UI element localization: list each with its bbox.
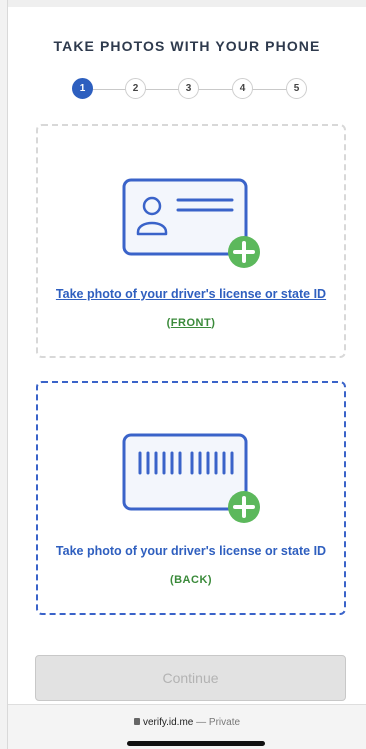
front-side-text: FRONT	[170, 317, 212, 329]
front-photo-link[interactable]: Take photo of your driver's license or s…	[38, 288, 344, 301]
step-5: 5	[286, 78, 307, 99]
add-badge-icon	[228, 236, 260, 268]
back-photo-card[interactable]: Take photo of your driver's license or s…	[36, 381, 346, 615]
browser-address-bar: verify.id.me — Private	[8, 704, 366, 749]
add-badge-icon	[228, 491, 260, 523]
step-3: 3	[178, 78, 199, 99]
step-1: 1	[72, 78, 93, 99]
url-domain: verify.id.me	[142, 717, 194, 728]
continue-button[interactable]: Continue	[35, 655, 346, 701]
page-title: TAKE PHOTOS WITH YOUR PHONE	[53, 38, 321, 54]
url-display[interactable]: verify.id.me — Private	[8, 717, 366, 728]
barcode-card-icon	[122, 433, 260, 523]
step-2: 2	[125, 78, 146, 99]
id-card-icon	[122, 178, 260, 268]
page: TAKE PHOTOS WITH YOUR PHONE 1 2 3 4 5 Ta…	[0, 0, 366, 749]
step-4: 4	[232, 78, 253, 99]
step-progress: 1 2 3 4 5	[72, 78, 308, 100]
top-strip	[8, 0, 366, 7]
back-side-label: (BACK)	[169, 574, 213, 586]
back-photo-link[interactable]: Take photo of your driver's license or s…	[38, 545, 344, 558]
lock-icon	[133, 718, 140, 725]
home-indicator[interactable]	[127, 741, 265, 746]
url-separator: —	[196, 717, 207, 728]
front-photo-card[interactable]: Take photo of your driver's license or s…	[36, 124, 346, 358]
back-side-text: BACK	[174, 574, 208, 586]
front-side-label: (FRONT)	[166, 317, 216, 329]
left-edge	[0, 0, 8, 749]
private-mode-label: Private	[208, 717, 241, 728]
